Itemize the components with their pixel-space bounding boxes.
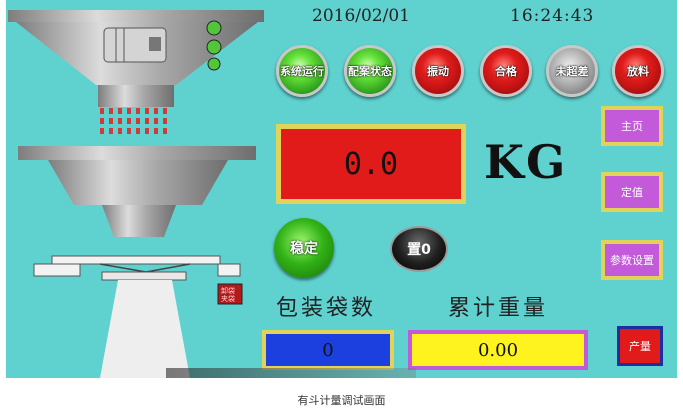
status-light-3	[207, 57, 221, 71]
weight-display: 0.0	[276, 124, 466, 204]
bag	[100, 280, 190, 378]
bag-clamp-left	[33, 263, 81, 277]
status-light-2	[206, 39, 222, 55]
material-flow	[100, 108, 167, 134]
total-weight-label: 累计重量	[448, 296, 549, 321]
zero-label: 置0	[407, 242, 431, 258]
total-weight-display: 0.00	[408, 330, 588, 370]
stable-label: 稳定	[290, 241, 318, 257]
weigh-hopper-body	[48, 160, 228, 205]
weigh-hopper-outlet	[102, 205, 176, 237]
weigh-hopper-rim	[18, 146, 256, 160]
params-settings-button[interactable]: 参数设置	[601, 240, 663, 280]
home-button[interactable]: 主页	[601, 106, 663, 146]
output-button-label: 产量	[629, 340, 651, 353]
scale-machine-illustration: 卸袋 夹袋	[8, 10, 264, 378]
vibrate-button[interactable]: 振动	[412, 45, 464, 97]
time-display: 16:24:43	[510, 6, 595, 26]
bag-clamp-right	[217, 263, 241, 277]
total-weight-value: 0.00	[477, 339, 519, 361]
formula-status-indicator[interactable]: 配案状态	[344, 45, 396, 97]
weight-value: 0.0	[343, 146, 399, 182]
top-hopper-rim	[8, 10, 264, 22]
status-light-1	[206, 20, 222, 36]
bag-clamp-bar	[51, 255, 221, 265]
pass-indicator[interactable]: 合格	[480, 45, 532, 97]
bag-count-value: 0	[322, 339, 334, 361]
weight-unit: KG	[484, 135, 568, 189]
plate-text-1: 卸袋	[221, 286, 235, 295]
bag-count-display: 0	[262, 330, 394, 370]
plate-text-2: 夹袋	[221, 294, 235, 303]
bag-count-label: 包装袋数	[276, 296, 377, 321]
hopper-neck	[98, 85, 174, 107]
hmi-panel: 卸袋 夹袋 2016/02/01 16:24:43 系统运行 配案状态 振动 合…	[6, 0, 677, 378]
zero-button[interactable]: 置0	[390, 226, 448, 272]
stable-indicator: 稳定	[274, 218, 334, 278]
bag-mouth	[101, 271, 187, 281]
discharge-button[interactable]: 放料	[612, 45, 664, 97]
setpoint-button[interactable]: 定值	[601, 172, 663, 212]
image-caption: 有斗计量调试画面	[297, 394, 386, 407]
system-running-indicator[interactable]: 系统运行	[276, 45, 328, 97]
screen-glare	[166, 368, 416, 378]
output-button[interactable]: 产量	[617, 326, 663, 366]
date-display: 2016/02/01	[312, 6, 410, 26]
not-over-tolerance-indicator[interactable]: 未超差	[546, 45, 598, 97]
